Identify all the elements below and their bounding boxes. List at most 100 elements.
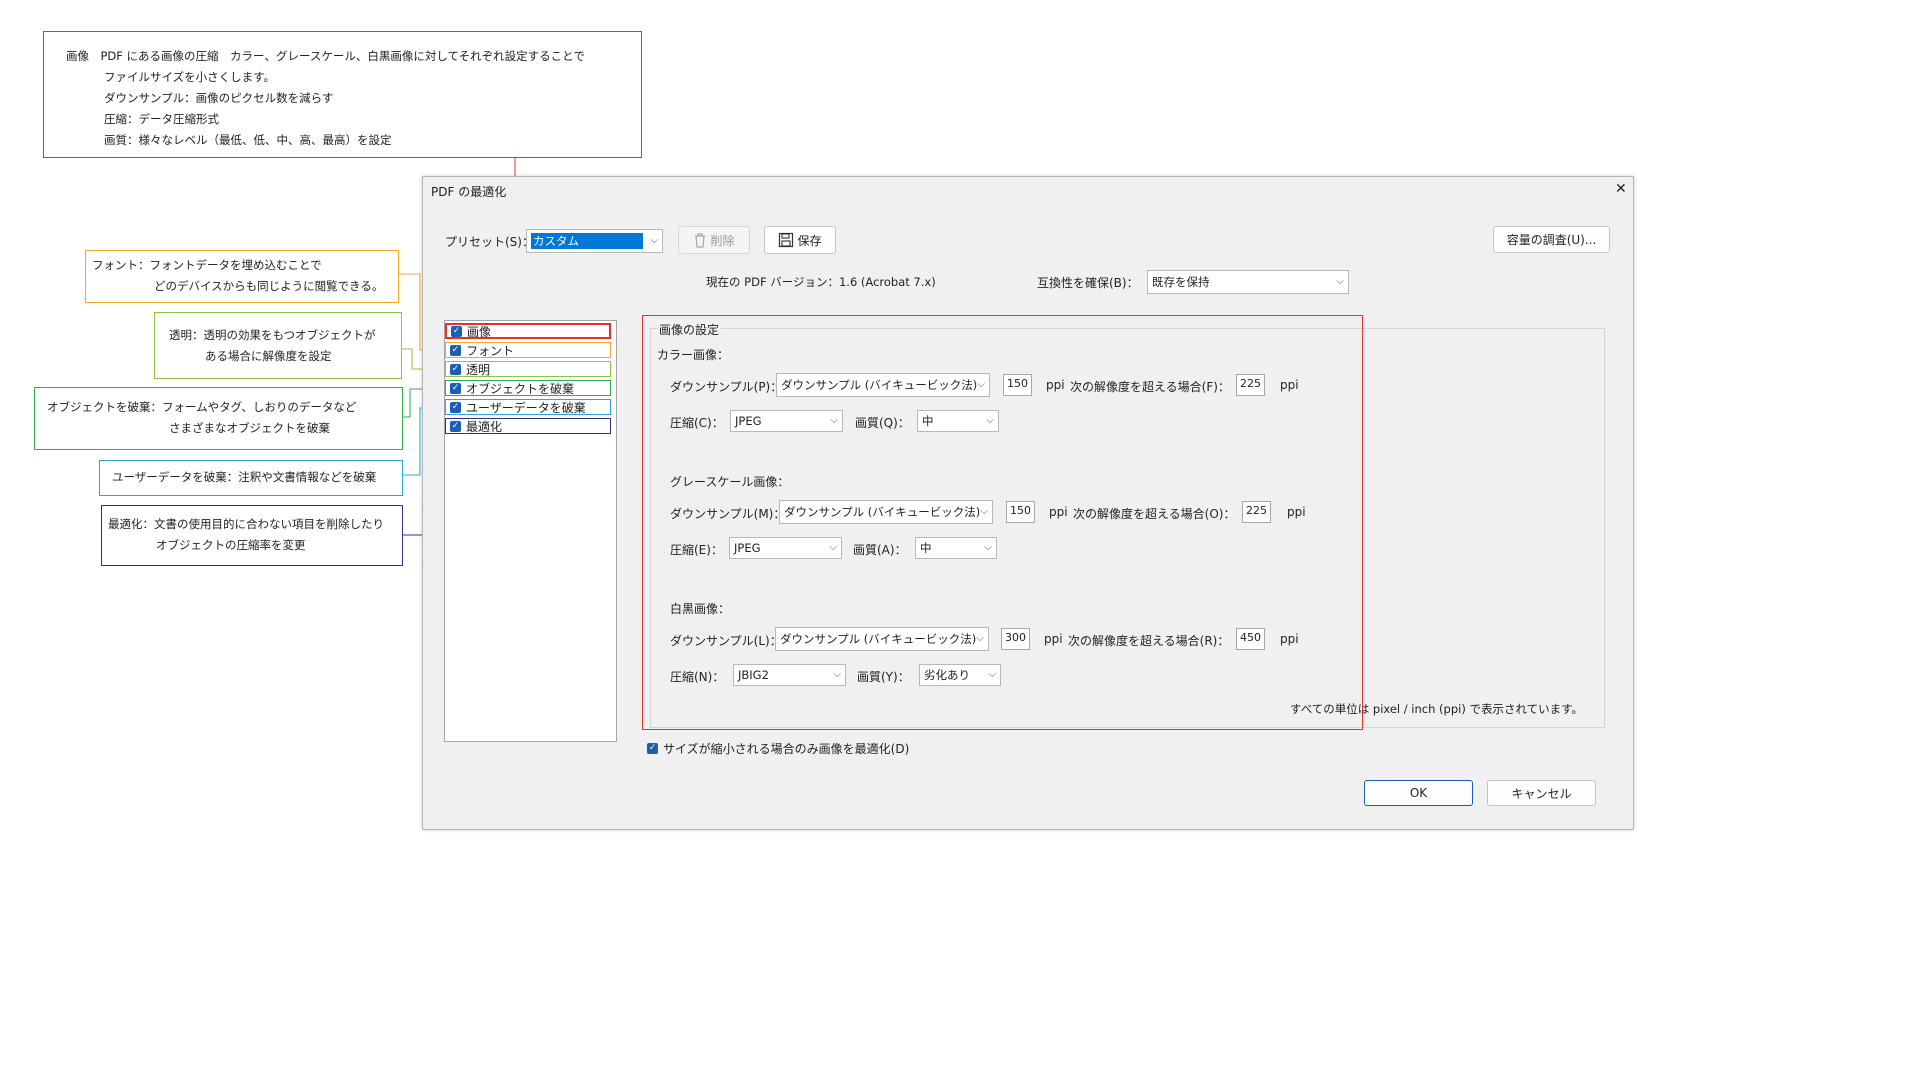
color-compression-label: 圧縮(C)： [670,416,724,430]
optimize-only-if-smaller-checkbox[interactable]: ✓ サイズが縮小される場合のみ画像を最適化(D) [647,740,909,757]
annotation-line: フォント：フォントデータを埋め込むことで [92,258,322,272]
gray-quality-label: 画質(A)： [853,543,907,557]
image-settings-title: 画像の設定 [657,321,722,338]
preset-value: カスタム [531,233,643,249]
color-ppi-input[interactable]: 150 [1003,374,1032,396]
category-label: 画像 [467,324,492,339]
mono-section-title: 白黒画像： [670,602,731,616]
select-value: ダウンサンプル (バイキュービック法) [780,632,977,646]
annotation-line: ユーザーデータを破棄：注釈や文書情報などを破棄 [112,470,377,484]
audit-space-button[interactable]: 容量の調査(U)... [1493,226,1610,253]
ppi-unit: ppi [1287,505,1306,519]
select-value: 中 [922,414,934,428]
checkbox-checked-icon[interactable]: ✓ [450,344,461,356]
color-downsample-select[interactable]: ダウンサンプル (バイキュービック法) ⌵ [776,373,990,397]
category-label: 最適化 [466,419,503,434]
annotation-line: ダウンサンプル：画像のピクセル数を減らす [104,91,334,105]
delete-label: 削除 [710,233,735,248]
chevron-down-icon: ⌵ [1336,275,1344,287]
category-label: ユーザーデータを破棄 [466,400,586,415]
checkbox-checked-icon[interactable]: ✓ [450,401,461,413]
color-downsample-label: ダウンサンプル(P)： [670,380,783,394]
mono-above-input[interactable]: 450 [1236,628,1265,650]
chevron-down-icon: ⌵ [829,541,837,553]
checkbox-checked-icon[interactable]: ✓ [647,743,658,754]
cancel-button[interactable]: キャンセル [1487,780,1596,806]
color-quality-select[interactable]: 中 ⌵ [917,410,999,432]
chevron-down-icon: ⌵ [988,668,996,680]
annotation-line: さまざまなオブジェクトを破棄 [169,421,330,435]
select-value: ダウンサンプル (バイキュービック法) [781,378,978,392]
trash-icon [695,233,706,248]
compat-select[interactable]: 既存を保持 ⌵ [1147,270,1349,294]
gray-above-input[interactable]: 225 [1242,501,1271,523]
delete-button[interactable]: 削除 [678,226,750,254]
color-above-label: 次の解像度を超える場合(F)： [1070,380,1230,394]
annotation-transparency: 透明：透明の効果をもつオブジェクトが ある場合に解像度を設定 [154,312,402,379]
category-label: 透明 [466,362,491,377]
annotation-line: オブジェクトを破棄：フォームやタグ、しおりのデータなど [47,400,357,414]
category-item-discard-objects[interactable]: ✓ オブジェクトを破棄 [445,380,611,396]
chevron-down-icon: ⌵ [984,541,992,553]
preset-select[interactable]: カスタム ⌵ [526,229,663,253]
gray-quality-select[interactable]: 中 ⌵ [915,537,997,559]
annotation-line: 画像 PDF にある画像の圧縮 カラー、グレースケール、白黒画像に対してそれぞれ… [66,49,585,63]
chevron-down-icon: ⌵ [986,414,994,426]
gray-downsample-select[interactable]: ダウンサンプル (バイキュービック法) ⌵ [779,500,993,524]
ppi-unit: ppi [1049,505,1068,519]
checkbox-checked-icon[interactable]: ✓ [450,420,461,432]
category-item-transparency[interactable]: ✓ 透明 [445,361,611,377]
pdf-version-text: 現在の PDF バージョン：1.6 (Acrobat 7.x) [706,275,936,289]
mono-downsample-label: ダウンサンプル(L)： [670,634,782,648]
dialog-title: PDF の最適化 [431,185,507,199]
annotation-line: オブジェクトの圧縮率を変更 [156,538,306,552]
annotation-line: ある場合に解像度を設定 [205,349,332,363]
category-item-font[interactable]: ✓ フォント [445,342,611,358]
checkbox-checked-icon[interactable]: ✓ [451,325,462,337]
chevron-down-icon: ⌵ [976,632,984,644]
mono-compression-select[interactable]: JBIG2 ⌵ [733,664,846,686]
mono-compression-label: 圧縮(N)： [670,670,725,684]
color-quality-label: 画質(Q)： [855,416,910,430]
category-label: オブジェクトを破棄 [466,381,575,396]
gray-downsample-label: ダウンサンプル(M)： [670,507,786,521]
checkbox-checked-icon[interactable]: ✓ [450,363,461,375]
annotation-image: 画像 PDF にある画像の圧縮 カラー、グレースケール、白黒画像に対してそれぞれ… [43,31,642,158]
annotation-clean-up: 最適化：文書の使用目的に合わない項目を削除したり オブジェクトの圧縮率を変更 [101,505,403,566]
mono-ppi-input[interactable]: 300 [1001,628,1030,650]
gray-section-title: グレースケール画像： [670,475,790,489]
preset-label: プリセット(S)： [445,235,534,249]
annotation-line: 画質：様々なレベル（最低、低、中、高、最高）を設定 [104,133,392,147]
gray-ppi-input[interactable]: 150 [1006,501,1035,523]
annotation-line: どのデバイスからも同じように閲覧できる。 [154,279,384,293]
ok-button[interactable]: OK [1364,780,1473,806]
ppi-unit: ppi [1280,632,1299,646]
color-above-input[interactable]: 225 [1236,374,1265,396]
close-icon[interactable]: ✕ [1615,181,1627,197]
mono-quality-select[interactable]: 劣化あり ⌵ [919,664,1001,686]
ok-label: OK [1409,786,1428,800]
gray-compression-select[interactable]: JPEG ⌵ [729,537,842,559]
category-item-image[interactable]: ✓ 画像 [445,323,611,339]
select-value: JPEG [734,541,761,555]
checkbox-checked-icon[interactable]: ✓ [450,382,461,394]
annotation-discard-user-data: ユーザーデータを破棄：注釈や文書情報などを破棄 [99,460,403,496]
annotation-line: 最適化：文書の使用目的に合わない項目を削除したり [108,517,384,531]
audit-label: 容量の調査(U)... [1506,233,1597,247]
cancel-label: キャンセル [1511,786,1572,801]
save-button[interactable]: 保存 [764,226,836,254]
mono-downsample-select[interactable]: ダウンサンプル (バイキュービック法) ⌵ [775,627,989,651]
chevron-down-icon: ⌵ [833,668,841,680]
gray-above-label: 次の解像度を超える場合(O)： [1073,507,1236,521]
mono-above-label: 次の解像度を超える場合(R)： [1068,634,1230,648]
category-item-clean-up[interactable]: ✓ 最適化 [445,418,611,434]
compat-value: 既存を保持 [1152,275,1210,289]
units-note: すべての単位は pixel / inch (ppi) で表示されています。 [1290,702,1583,716]
checkbox-label: サイズが縮小される場合のみ画像を最適化(D) [663,742,910,756]
annotation-font: フォント：フォントデータを埋め込むことで どのデバイスからも同じように閲覧できる… [85,250,399,303]
color-section-title: カラー画像： [657,348,730,362]
color-compression-select[interactable]: JPEG ⌵ [730,410,843,432]
category-item-discard-user-data[interactable]: ✓ ユーザーデータを破棄 [445,399,611,415]
select-value: 劣化あり [924,668,970,682]
annotation-discard-objects: オブジェクトを破棄：フォームやタグ、しおりのデータなど さまざまなオブジェクトを… [34,387,403,450]
